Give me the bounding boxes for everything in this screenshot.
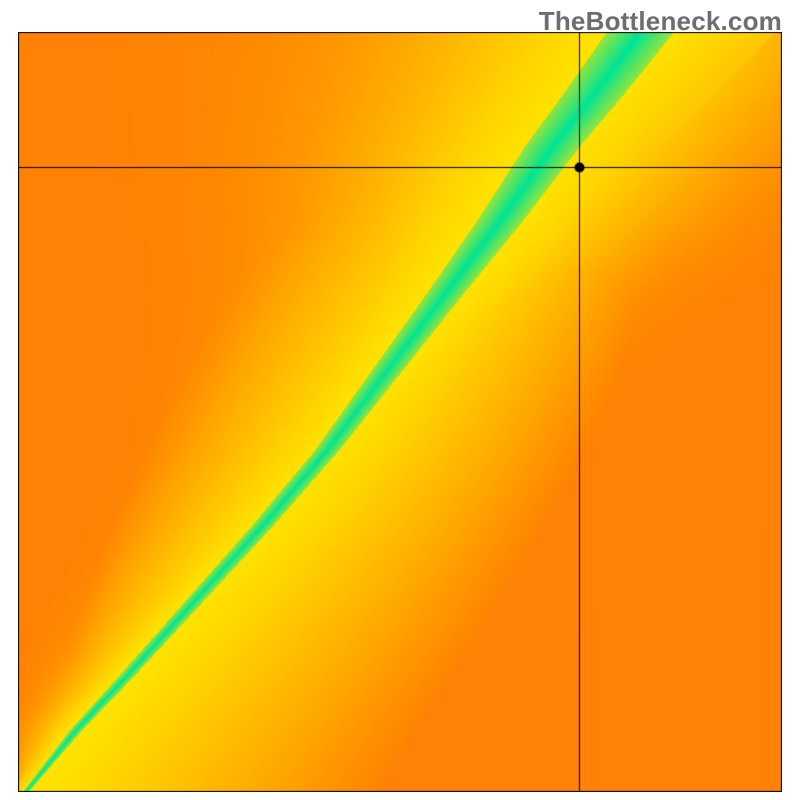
heatmap-canvas: [18, 32, 782, 792]
heatmap-plot: [18, 32, 782, 792]
